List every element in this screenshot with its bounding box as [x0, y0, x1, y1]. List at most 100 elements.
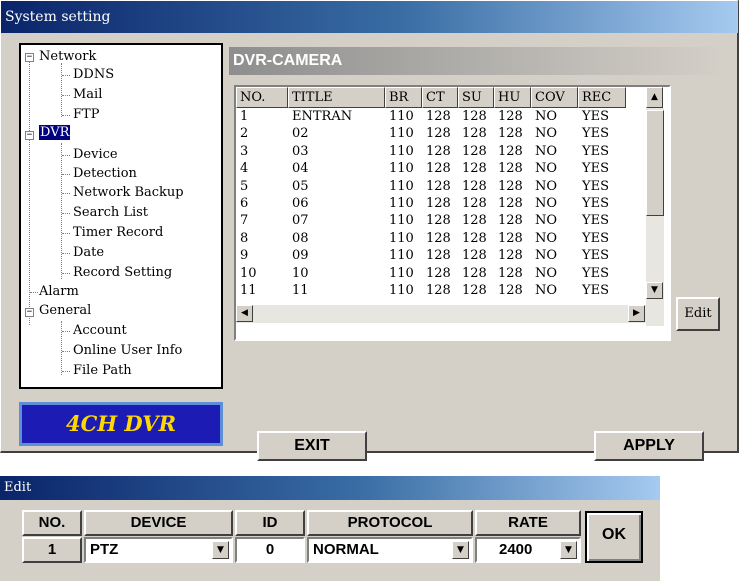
cell-rec: YES — [582, 143, 609, 159]
tree-item-network-backup[interactable]: Network Backup — [73, 184, 184, 202]
scroll-up-icon[interactable]: ▲ — [646, 87, 663, 108]
tree-item-detection[interactable]: Detection — [73, 165, 137, 183]
cell-ct: 128 — [426, 283, 451, 298]
cell-su: 128 — [462, 196, 487, 211]
tree-item-dvr[interactable]: DVR — [39, 124, 71, 142]
cell-rec: YES — [582, 230, 609, 246]
tree-item-account[interactable]: Account — [73, 322, 127, 340]
tree-item-timer-record[interactable]: Timer Record — [73, 224, 163, 242]
cell-hu: 128 — [498, 109, 523, 124]
table-row[interactable]: 1 ENTRAN 110 128 128 128 NO YES — [236, 110, 644, 124]
edit-button[interactable]: Edit — [676, 297, 720, 331]
scroll-left-icon[interactable]: ◀ — [236, 305, 253, 322]
cell-br: 110 — [389, 230, 414, 246]
cell-rec: YES — [582, 109, 609, 124]
tree-connector — [62, 193, 70, 194]
cell-hu: 128 — [498, 248, 523, 264]
rate-dropdown-icon[interactable]: ▼ — [560, 541, 577, 559]
protocol-select[interactable]: NORMAL ▼ — [307, 537, 473, 563]
camera-list[interactable]: NO. TITLE BR CT SU HU COV REC 1 ENTRAN 110… — [234, 85, 671, 341]
edit-window: Edit NO. DEVICE ID PROTOCOL RATE 1 PTZ ▼… — [0, 476, 660, 581]
table-row[interactable]: 5 05 110 128 128 128 NO YES — [236, 178, 644, 194]
cell-hu: 128 — [498, 265, 523, 281]
tree-item-device[interactable]: Device — [73, 146, 118, 164]
column-header-cov[interactable]: COV — [531, 87, 578, 108]
cell-cov: NO — [535, 196, 558, 211]
table-row[interactable]: 6 06 110 128 128 128 NO YES — [236, 197, 644, 211]
exit-button[interactable]: EXIT — [257, 431, 367, 461]
table-row[interactable]: 3 03 110 128 128 128 NO YES — [236, 143, 644, 159]
scroll-thumb[interactable] — [646, 110, 664, 216]
tree-dvr-line — [61, 143, 62, 279]
column-header-ct[interactable]: CT — [422, 87, 458, 108]
tree-item-general[interactable]: General — [39, 302, 91, 320]
tree-root-line — [29, 57, 30, 325]
table-row[interactable]: 2 02 110 128 128 128 NO YES — [236, 127, 644, 141]
ok-button[interactable]: OK — [585, 511, 643, 563]
tree-item-ddns[interactable]: DDNS — [73, 66, 114, 84]
table-row[interactable]: 7 07 110 128 128 128 NO YES — [236, 214, 644, 228]
apply-button[interactable]: APPLY — [594, 431, 704, 461]
tree-item-network[interactable]: Network — [39, 48, 96, 66]
tree-item-record-setting[interactable]: Record Setting — [73, 264, 172, 282]
column-header-br[interactable]: BR — [385, 87, 422, 108]
cell-ct: 128 — [426, 265, 451, 281]
cell-cov: NO — [535, 178, 558, 194]
table-row[interactable]: 4 04 110 128 128 128 NO YES — [236, 162, 644, 176]
table-row[interactable]: 9 09 110 128 128 128 NO YES — [236, 249, 644, 263]
table-row[interactable]: 8 08 110 128 128 128 NO YES — [236, 230, 644, 246]
tree-network-line — [61, 63, 62, 117]
collapse-general-icon[interactable]: − — [25, 308, 34, 317]
protocol-dropdown-icon[interactable]: ▼ — [452, 541, 469, 559]
cell-br: 110 — [389, 126, 414, 142]
cell-br: 110 — [389, 213, 414, 229]
table-row[interactable]: 10 10 110 128 128 128 NO YES — [236, 265, 644, 281]
cell-title: 09 — [292, 248, 309, 264]
tree-item-mail[interactable]: Mail — [73, 86, 102, 104]
cell-cov: NO — [535, 283, 558, 298]
cell-ct: 128 — [426, 178, 451, 194]
scroll-right-icon[interactable]: ▶ — [628, 305, 645, 322]
cell-ct: 128 — [426, 161, 451, 177]
protocol-select-value: NORMAL — [313, 541, 379, 558]
rate-select[interactable]: 2400 ▼ — [475, 537, 581, 563]
column-header-su[interactable]: SU — [458, 87, 494, 108]
tree-item-online-user-info[interactable]: Online User Info — [73, 342, 182, 360]
collapse-network-icon[interactable]: − — [25, 53, 34, 62]
tree-item-date[interactable]: Date — [73, 244, 104, 262]
collapse-dvr-icon[interactable]: − — [25, 131, 34, 140]
id-field[interactable]: 0 — [235, 537, 305, 563]
column-header-rec[interactable]: REC — [578, 87, 626, 108]
column-header-no[interactable]: NO. — [236, 87, 288, 108]
tree-connector — [62, 174, 70, 175]
product-logo: 4CH DVR — [19, 402, 223, 446]
tree-item-ftp[interactable]: FTP — [73, 106, 99, 124]
cell-ct: 128 — [426, 213, 451, 229]
tree-connector — [62, 331, 70, 332]
table-row[interactable]: 11 11 110 128 128 128 NO YES — [236, 284, 644, 298]
vertical-scrollbar[interactable]: ▲ ▼ — [646, 87, 664, 326]
tree-item-alarm[interactable]: Alarm — [39, 283, 79, 301]
cell-cov: NO — [535, 161, 558, 177]
tree-connector — [62, 253, 70, 254]
cell-br: 110 — [389, 196, 414, 211]
cell-rec: YES — [582, 213, 609, 229]
cell-hu: 128 — [498, 196, 523, 211]
horizontal-scrollbar[interactable]: ◀ ▶ — [236, 305, 646, 323]
cell-ct: 128 — [426, 230, 451, 246]
cell-rec: YES — [582, 126, 609, 142]
device-dropdown-icon[interactable]: ▼ — [212, 541, 229, 559]
cell-hu: 128 — [498, 143, 523, 159]
scroll-down-icon[interactable]: ▼ — [646, 282, 663, 299]
cell-su: 128 — [462, 283, 487, 298]
device-select[interactable]: PTZ ▼ — [84, 537, 233, 563]
cell-br: 110 — [389, 248, 414, 264]
tree-connector — [30, 292, 38, 293]
tree-item-file-path[interactable]: File Path — [73, 362, 132, 380]
cell-su: 128 — [462, 248, 487, 264]
column-header-hu[interactable]: HU — [494, 87, 531, 108]
cell-no: 3 — [240, 143, 249, 159]
cell-br: 110 — [389, 283, 414, 298]
tree-item-search-list[interactable]: Search List — [73, 204, 148, 222]
column-header-title[interactable]: TITLE — [288, 87, 385, 108]
